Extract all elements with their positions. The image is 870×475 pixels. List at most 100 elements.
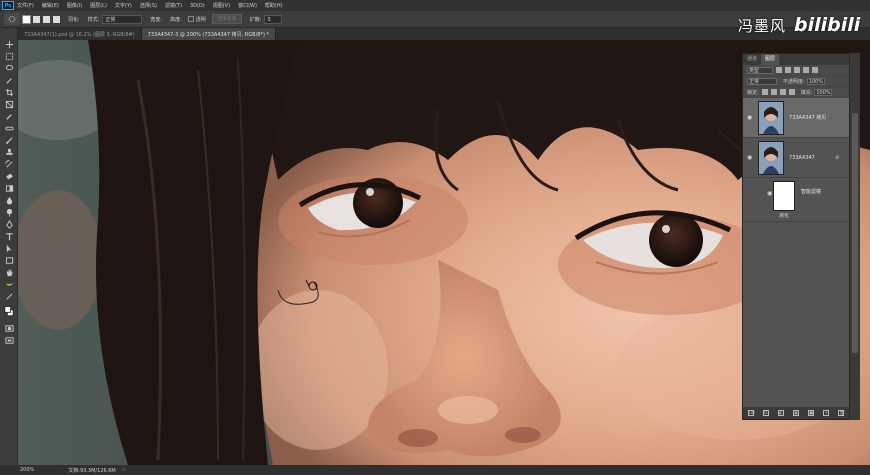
adjustment-layer-icon[interactable]: ▣ — [792, 410, 799, 416]
kind-filter-select[interactable]: 类型 — [747, 66, 773, 74]
path-selection-tool[interactable] — [4, 244, 14, 253]
status-bar: 200% 文档:93.3M/126.6M > — [0, 465, 870, 475]
crop-tool[interactable] — [4, 88, 14, 97]
transparent-checkbox[interactable] — [187, 16, 194, 22]
type-tool[interactable] — [4, 232, 14, 241]
quick-mask-button[interactable] — [4, 324, 14, 333]
new-layer-icon[interactable]: + — [823, 410, 830, 416]
menu-layer[interactable]: 图层(L) — [90, 2, 107, 9]
subtract-selection-mode[interactable] — [43, 15, 50, 23]
menu-image[interactable]: 图像(I) — [67, 2, 82, 9]
healing-brush-tool[interactable] — [4, 124, 14, 133]
fill-input[interactable]: 100% — [814, 88, 833, 96]
tools-panel — [0, 28, 18, 465]
menu-select[interactable]: 选择(S) — [140, 2, 157, 9]
smart-filters-row[interactable]: ◉ 智能滤镜 液化 — [743, 178, 849, 222]
new-selection-mode[interactable] — [22, 14, 31, 24]
menu-file[interactable]: 文件(F) — [17, 2, 34, 9]
style-select[interactable]: 正常 — [102, 14, 143, 24]
layer-style-icon[interactable]: fx — [762, 410, 769, 416]
layer-thumbnail — [758, 100, 784, 135]
default-colors-button[interactable] — [4, 292, 14, 301]
group-icon[interactable]: ■ — [808, 410, 815, 416]
filter-type-icon[interactable] — [794, 67, 800, 73]
hand-tool[interactable] — [4, 268, 14, 277]
panel-scrollbar[interactable] — [850, 53, 860, 420]
height-label: 高度: — [170, 16, 182, 23]
eye-icon[interactable]: ◉ — [767, 190, 772, 197]
opacity-input[interactable]: 100% — [806, 77, 825, 85]
filter-adjust-icon[interactable] — [785, 67, 791, 73]
filter-pixel-icon[interactable] — [776, 67, 782, 73]
lock-position-icon[interactable] — [779, 89, 786, 95]
intersect-selection-mode[interactable] — [53, 15, 60, 23]
menu-edit[interactable]: 编辑(E) — [42, 2, 59, 9]
rectangle-icon — [5, 257, 13, 264]
lock-paint-icon[interactable] — [770, 89, 777, 95]
filter-mask-thumbnail[interactable] — [773, 181, 795, 211]
eyedropper-tool[interactable] — [4, 112, 14, 121]
brush-tool[interactable] — [4, 136, 14, 145]
type-icon — [5, 233, 13, 241]
lock-pixels-icon[interactable] — [761, 89, 768, 95]
tab-document-2[interactable]: 733A4347-3 @ 200% (733A4347 拷贝, RGB/8*) … — [141, 28, 276, 40]
blur-tool[interactable] — [4, 196, 14, 205]
layer-row-original[interactable]: ◉ 733A4347 ⊘ — [743, 138, 849, 178]
filter-smart-icon[interactable] — [812, 67, 818, 73]
dodge-tool[interactable] — [4, 208, 14, 217]
layer-thumbnail — [758, 140, 784, 175]
zoom-level[interactable]: 200% — [20, 467, 34, 473]
menu-window[interactable]: 窗口(W) — [238, 2, 257, 9]
lock-label: 锁定: — [747, 89, 759, 96]
layer-name[interactable]: 733A4347 拷贝 — [789, 114, 826, 121]
bandage-icon — [4, 126, 14, 131]
color-swatches[interactable] — [4, 304, 14, 318]
feather-label: 羽化: — [68, 16, 80, 23]
frame-tool[interactable] — [4, 100, 14, 109]
menu-help[interactable]: 帮助(H) — [265, 2, 283, 9]
eye-icon[interactable]: ◉ — [747, 114, 752, 121]
menu-type[interactable]: 文字(Y) — [115, 2, 132, 9]
add-mask-icon[interactable]: ◐ — [777, 410, 784, 416]
tab-layers[interactable]: 图层 — [761, 54, 780, 65]
filter-name[interactable]: 液化 — [779, 212, 789, 219]
width-label: 宽度: — [150, 16, 163, 23]
screen-mode-icon — [4, 337, 14, 344]
layer-name[interactable]: 733A4347 — [789, 155, 815, 161]
history-brush-tool[interactable] — [4, 160, 14, 169]
pen-tool[interactable] — [4, 220, 14, 229]
marquee-icon — [5, 52, 13, 61]
tolerance-label: 扩散: — [249, 16, 262, 23]
link-layers-icon[interactable]: GO — [747, 410, 755, 416]
move-tool[interactable] — [4, 40, 14, 49]
trash-icon[interactable]: 🗑 — [838, 410, 844, 416]
lasso-tool[interactable] — [4, 64, 14, 73]
eye-icon[interactable]: ◉ — [747, 154, 752, 161]
menu-view[interactable]: 视图(V) — [213, 2, 230, 9]
clone-stamp-tool[interactable] — [4, 148, 14, 157]
tolerance-input[interactable]: 5 — [264, 14, 283, 24]
lock-all-icon[interactable] — [788, 89, 795, 95]
menu-3d[interactable]: 3D(D) — [190, 3, 205, 9]
scrollbar-thumb[interactable] — [852, 113, 858, 353]
quick-select-tool[interactable] — [4, 76, 14, 85]
layers-panel: 通道 图层 类型 正常 不透明度: 100% 锁定: 填充: 100% ◉ 73… — [742, 53, 850, 420]
shape-tool[interactable] — [4, 256, 14, 265]
layer-row-copy[interactable]: ◉ 733A4347 拷贝 — [743, 98, 849, 138]
marquee-tool[interactable] — [4, 52, 14, 61]
tab-document-1[interactable]: 733A4347(1).psd @ 16.2% (图层 3, RGB/8#) — [18, 28, 142, 40]
tool-preset-picker[interactable] — [4, 13, 20, 25]
select-subject-button[interactable]: 选择主体 — [211, 14, 242, 24]
layers-panel-footer: GO fx ◐ ▣ ■ + 🗑 — [743, 407, 849, 419]
pen-icon — [5, 220, 13, 229]
zoom-tool[interactable] — [4, 280, 14, 289]
add-selection-mode[interactable] — [33, 15, 40, 23]
menu-filter[interactable]: 滤镜(T) — [165, 2, 182, 9]
tab-channels[interactable]: 通道 — [743, 54, 761, 65]
status-menu-arrow[interactable]: > — [122, 467, 126, 473]
blend-mode-select[interactable]: 正常 — [747, 77, 777, 85]
screen-mode-button[interactable] — [4, 336, 14, 345]
gradient-tool[interactable] — [4, 184, 14, 193]
filter-shape-icon[interactable] — [803, 67, 809, 73]
eraser-tool[interactable] — [4, 172, 14, 181]
